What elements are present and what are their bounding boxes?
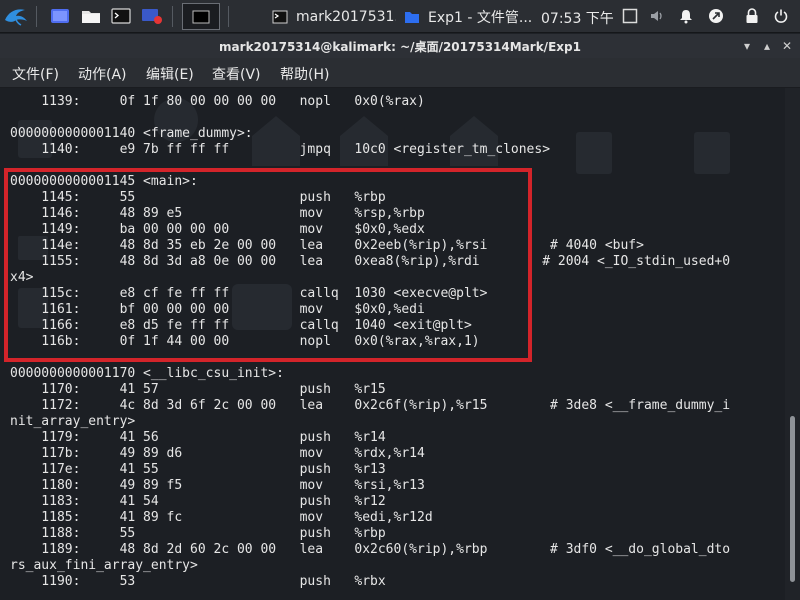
top-panel: mark2017531... Exp1 - 文件管... 07:53 下午 <box>0 0 800 33</box>
menu-file[interactable]: 文件(F) <box>12 64 59 84</box>
terminal-line: 1172: 4c 8d 3d 6f 2c 00 00 lea 0x2c6f(%r… <box>10 398 731 413</box>
main-function-highlight-box <box>4 168 532 362</box>
volume-button[interactable] <box>648 7 668 25</box>
scrollbar-thumb[interactable] <box>790 416 795 582</box>
workspace-switcher[interactable] <box>182 3 220 30</box>
task-terminal[interactable]: mark2017531... <box>266 2 396 31</box>
terminal-line: 1183: 41 54 push %r12 <box>10 494 386 509</box>
terminal-launcher[interactable] <box>109 5 133 27</box>
menu-view[interactable]: 查看(V) <box>212 64 261 84</box>
window-title: mark20175314@kalimark: ~/桌面/20175314Mark… <box>219 40 581 54</box>
menu-bar: 文件(F) 动作(A) 编辑(E) 查看(V) 帮助(H) <box>0 58 800 88</box>
terminal-line: 0000000000001140 <frame_dummy>: <box>10 126 253 141</box>
terminal-line: 117b: 49 89 d6 mov %rdx,%r14 <box>10 446 425 461</box>
menu-action[interactable]: 动作(A) <box>78 64 127 84</box>
terminal-line: 1189: 48 8d 2d 60 2c 00 00 lea 0x2c60(%r… <box>10 542 731 557</box>
network-icon <box>709 9 723 23</box>
close-button[interactable]: ✕ <box>780 39 794 53</box>
menu-help[interactable]: 帮助(H) <box>280 64 329 84</box>
bell-icon <box>680 10 692 24</box>
window-titlebar[interactable]: mark20175314@kalimark: ~/桌面/20175314Mark… <box>0 34 800 58</box>
notifications-button[interactable] <box>676 7 696 25</box>
terminal-line: 1140: e9 7b ff ff ff jmpq 10c0 <register… <box>10 142 551 157</box>
terminal-line: 1185: 41 89 fc mov %edi,%r12d <box>10 510 433 525</box>
kali-menu-button[interactable] <box>2 3 30 29</box>
task-label: mark2017531... <box>296 8 396 25</box>
terminal-line: rs_aux_fini_array_entry> <box>10 558 198 573</box>
terminal-area[interactable]: 1139: 0f 1f 80 00 00 00 00 nopl 0x0(%rax… <box>0 88 785 600</box>
task-label: Exp1 - 文件管... <box>428 9 533 26</box>
panel-separator <box>172 6 173 27</box>
maximize-button[interactable]: ▴ <box>760 39 774 53</box>
file-manager-launcher[interactable] <box>79 5 103 27</box>
terminal-line: 0000000000001170 <__libc_csu_init>: <box>10 366 284 381</box>
volume-icon <box>651 11 662 21</box>
screen-recorder-launcher[interactable] <box>140 5 164 27</box>
menu-edit[interactable]: 编辑(E) <box>146 64 194 84</box>
terminal-line: 117e: 41 55 push %r13 <box>10 462 386 477</box>
folder-icon <box>405 11 419 23</box>
desktop-icon <box>51 9 69 23</box>
minimize-button[interactable]: ▾ <box>740 39 754 53</box>
panel-separator <box>36 6 37 27</box>
clock[interactable]: 07:53 下午 <box>541 8 614 28</box>
terminal-line: 1179: 41 56 push %r14 <box>10 430 386 445</box>
terminal-scrollbar[interactable] <box>785 88 800 600</box>
terminal-icon <box>111 8 131 24</box>
terminal-line: 1139: 0f 1f 80 00 00 00 00 nopl 0x0(%rax… <box>10 94 425 109</box>
panel-separator <box>228 6 229 27</box>
power-icon <box>774 9 788 23</box>
power-button[interactable] <box>772 7 790 25</box>
workspace-thumbnail-icon <box>192 10 210 23</box>
screen-recorder-icon <box>142 9 162 24</box>
terminal-line: 1190: 53 push %rbx <box>10 574 386 589</box>
notification-checkbox[interactable] <box>622 8 638 24</box>
square-icon <box>622 8 638 24</box>
show-desktop-button[interactable] <box>48 5 72 27</box>
terminal-line: 1188: 55 push %rbp <box>10 526 386 541</box>
kali-dragon-icon <box>5 9 27 26</box>
task-file-manager[interactable]: Exp1 - 文件管... <box>398 2 534 31</box>
lock-screen-button[interactable] <box>744 7 760 25</box>
lock-icon <box>746 8 758 23</box>
terminal-icon <box>272 10 288 23</box>
terminal-line: nit_array_entry> <box>10 414 136 429</box>
terminal-line: 1170: 41 57 push %r15 <box>10 382 386 397</box>
terminal-line: 1180: 49 89 f5 mov %rsi,%r13 <box>10 478 425 493</box>
network-button[interactable] <box>706 7 726 25</box>
folder-icon <box>82 11 100 23</box>
